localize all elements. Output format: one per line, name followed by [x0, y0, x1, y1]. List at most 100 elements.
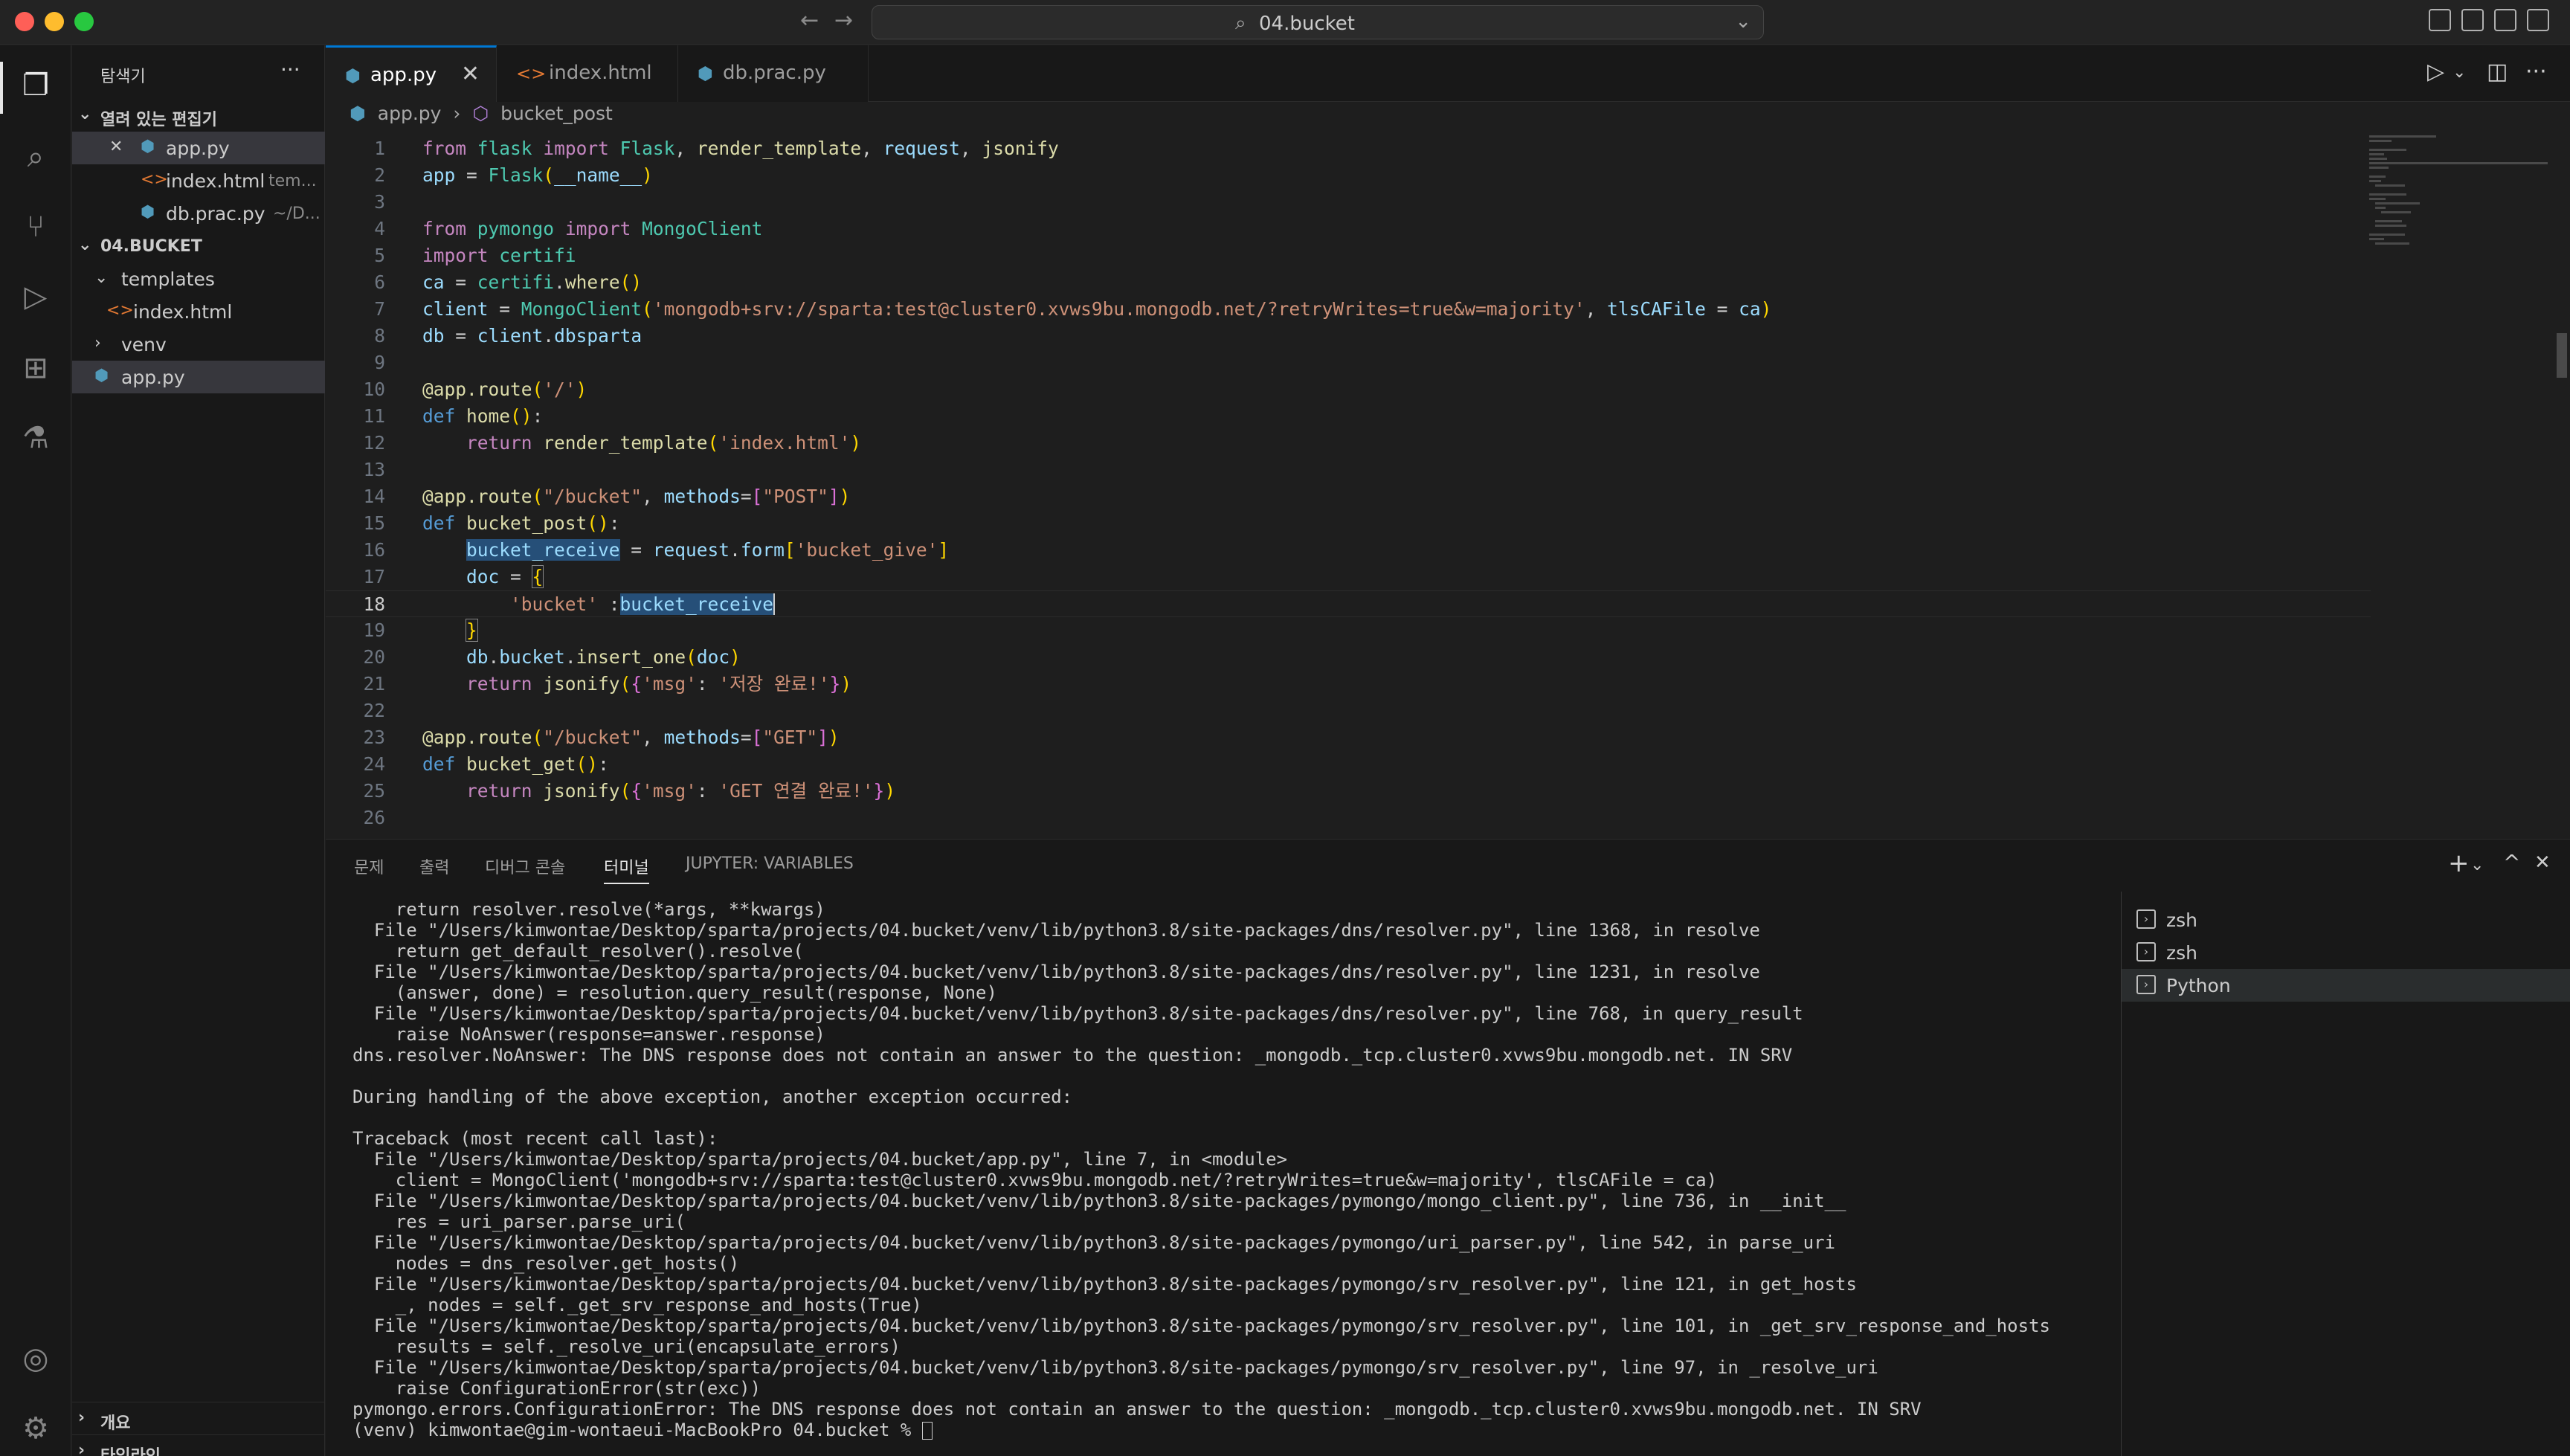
command-center-search[interactable]: ⌕ 04.bucket ⌄ — [872, 5, 1764, 39]
chevron-down-icon: ⌄ — [78, 236, 92, 254]
open-editor-app-py[interactable]: ✕ ⬢ app.py — [72, 132, 325, 164]
open-editors-section[interactable]: ⌄ 열려 있는 편집기 — [72, 99, 325, 132]
tab-db-prac-py[interactable]: ⬢ db.prac.py — [678, 45, 869, 102]
search-icon: ⌕ — [1235, 12, 1246, 34]
source-control-icon[interactable]: ⑂ — [16, 207, 55, 246]
terminal-cursor — [921, 1422, 933, 1440]
terminal-line: raise ConfigurationError(str(exc)) — [352, 1378, 761, 1399]
terminal-line: File "/Users/kimwontae/Desktop/sparta/pr… — [352, 1003, 1803, 1024]
more-actions-icon[interactable]: ··· — [280, 57, 300, 82]
folder-name: venv — [121, 334, 167, 355]
arrow-right-icon[interactable]: → — [834, 7, 853, 33]
close-panel-icon[interactable]: ✕ — [2534, 851, 2551, 874]
chevron-down-icon[interactable]: ⌄ — [1735, 10, 1751, 33]
new-terminal-icon[interactable]: + — [2448, 848, 2470, 878]
zoom-window-button[interactable] — [74, 12, 94, 31]
code-editor[interactable]: 1 from flask import Flask, render_templat… — [326, 132, 2570, 839]
terminal-name: zsh — [2166, 942, 2197, 964]
close-icon[interactable]: ✕ — [461, 61, 480, 87]
code-line: 10 @app.route('/') — [363, 379, 587, 400]
tab-index-html[interactable]: <> index.html — [497, 45, 678, 102]
tab-output[interactable]: 출력 — [419, 854, 449, 878]
terminal-line: File "/Users/kimwontae/Desktop/sparta/pr… — [352, 1191, 1846, 1211]
timeline-section[interactable]: › 타임라인 — [72, 1434, 325, 1456]
maximize-panel-icon[interactable]: ^ — [2503, 850, 2520, 874]
terminal-line: dns.resolver.NoAnswer: The DNS response … — [352, 1045, 1793, 1066]
code-line: 22 — [363, 700, 385, 721]
terminal-output[interactable]: return resolver.resolve(*args, **kwargs)… — [352, 899, 2137, 1449]
more-actions-icon[interactable]: ··· — [2525, 59, 2547, 85]
chevron-right-icon: › — [78, 1408, 86, 1427]
minimap[interactable] — [2365, 132, 2558, 266]
files-icon[interactable]: ❐ — [16, 66, 55, 105]
title-bar: ← → ⌕ 04.bucket ⌄ — [0, 0, 2570, 45]
open-editor-db-prac-py[interactable]: ⬢ db.prac.py ~/D... — [72, 197, 325, 230]
account-icon[interactable]: ◎ — [16, 1339, 55, 1378]
tab-terminal[interactable]: 터미널 — [604, 854, 649, 884]
code-line: 9 — [374, 352, 385, 373]
testing-icon[interactable]: ⚗ — [16, 419, 55, 457]
tree-item-index-html[interactable]: <> index.html — [72, 295, 325, 328]
search-icon[interactable]: ⌕ — [16, 138, 55, 176]
folder-section[interactable]: ⌄ 04.BUCKET — [72, 230, 325, 262]
terminal-instance-zsh[interactable]: › zsh — [2122, 903, 2570, 936]
close-icon[interactable]: ✕ — [109, 138, 123, 156]
toggle-panel-icon[interactable] — [2461, 9, 2484, 31]
terminal-name: zsh — [2166, 909, 2197, 931]
tab-jupyter-variables[interactable]: JUPYTER: VARIABLES — [686, 854, 854, 873]
breadcrumb-file[interactable]: app.py — [378, 103, 442, 124]
terminal-line: File "/Users/kimwontae/Desktop/sparta/pr… — [352, 1315, 2050, 1336]
terminal-line: File "/Users/kimwontae/Desktop/sparta/pr… — [352, 920, 1760, 941]
code-line: 12 return render_template('index.html') — [363, 432, 862, 454]
activity-bar: ❐ ⌕ ⑂ ▷ ⊞ ⚗ ◎ ⚙ — [0, 45, 71, 1456]
file-name: index.html — [133, 301, 233, 323]
code-line: 13 — [363, 459, 385, 480]
chevron-down-icon[interactable]: ⌄ — [2470, 856, 2484, 874]
outline-section[interactable]: › 개요 — [72, 1402, 325, 1434]
terminal-instance-python[interactable]: › Python — [2122, 969, 2570, 1002]
extensions-icon[interactable]: ⊞ — [16, 349, 55, 387]
arrow-left-icon[interactable]: ← — [800, 7, 819, 33]
code-line: 21 return jsonify({'msg': '저장 완료!'}) — [363, 673, 852, 695]
split-editor-icon[interactable]: ◫ — [2487, 59, 2508, 85]
settings-gear-icon[interactable]: ⚙ — [16, 1409, 55, 1448]
terminal-prompt[interactable]: (venv) kimwontae@gim-wontaeui-MacBookPro… — [352, 1420, 2137, 1440]
open-editor-index-html[interactable]: <> index.html tem... — [72, 164, 325, 197]
tree-item-templates[interactable]: ⌄ templates — [72, 262, 325, 295]
python-file-icon: ⬢ — [141, 138, 155, 156]
file-description: tem... — [268, 172, 317, 190]
tab-app-py[interactable]: ⬢ app.py ✕ — [326, 45, 497, 102]
tree-item-venv[interactable]: › venv — [72, 328, 325, 361]
minimize-window-button[interactable] — [45, 12, 64, 31]
tab-problems[interactable]: 문제 — [354, 854, 384, 878]
breadcrumb-symbol[interactable]: bucket_post — [500, 103, 613, 124]
toggle-secondary-sidebar-icon[interactable] — [2494, 9, 2516, 31]
customize-layout-icon[interactable] — [2527, 9, 2549, 31]
chevron-right-icon: › — [94, 334, 101, 352]
chevron-down-icon[interactable]: ⌄ — [2453, 63, 2466, 82]
code-line: 2 app = Flask(__name__) — [374, 164, 653, 186]
cube-icon: ⬡ — [472, 103, 489, 124]
run-python-file-icon[interactable]: ▷ — [2427, 59, 2444, 85]
toggle-sidebar-icon[interactable] — [2429, 9, 2451, 31]
python-file-icon: ⬢ — [345, 65, 361, 86]
terminal-line: File "/Users/kimwontae/Desktop/sparta/pr… — [352, 1149, 1288, 1170]
chevron-down-icon: ⌄ — [78, 105, 92, 123]
terminal-instance-zsh[interactable]: › zsh — [2122, 936, 2570, 969]
run-debug-icon[interactable]: ▷ — [16, 277, 55, 316]
code-line: 14 @app.route("/bucket", methods=["POST"]… — [363, 486, 851, 507]
terminal-line: During handling of the above exception, … — [352, 1086, 1073, 1107]
terminal-list: › zsh › zsh › Python — [2122, 892, 2570, 1456]
file-name: app.py — [166, 138, 230, 159]
tree-item-app-py[interactable]: ⬢ app.py — [72, 361, 325, 393]
code-line: 15 def bucket_post(): — [363, 512, 620, 534]
editor-tab-bar: ⬢ app.py ✕ <> index.html ⬢ db.prac.py ▷ … — [326, 45, 2570, 102]
editor-scrollbar[interactable] — [2557, 333, 2567, 378]
tab-debug-console[interactable]: 디버그 콘솔 — [485, 854, 565, 878]
terminal-line: File "/Users/kimwontae/Desktop/sparta/pr… — [352, 961, 1760, 982]
close-window-button[interactable] — [15, 12, 34, 31]
tab-label: db.prac.py — [723, 62, 826, 84]
html-file-icon: <> — [106, 301, 134, 320]
